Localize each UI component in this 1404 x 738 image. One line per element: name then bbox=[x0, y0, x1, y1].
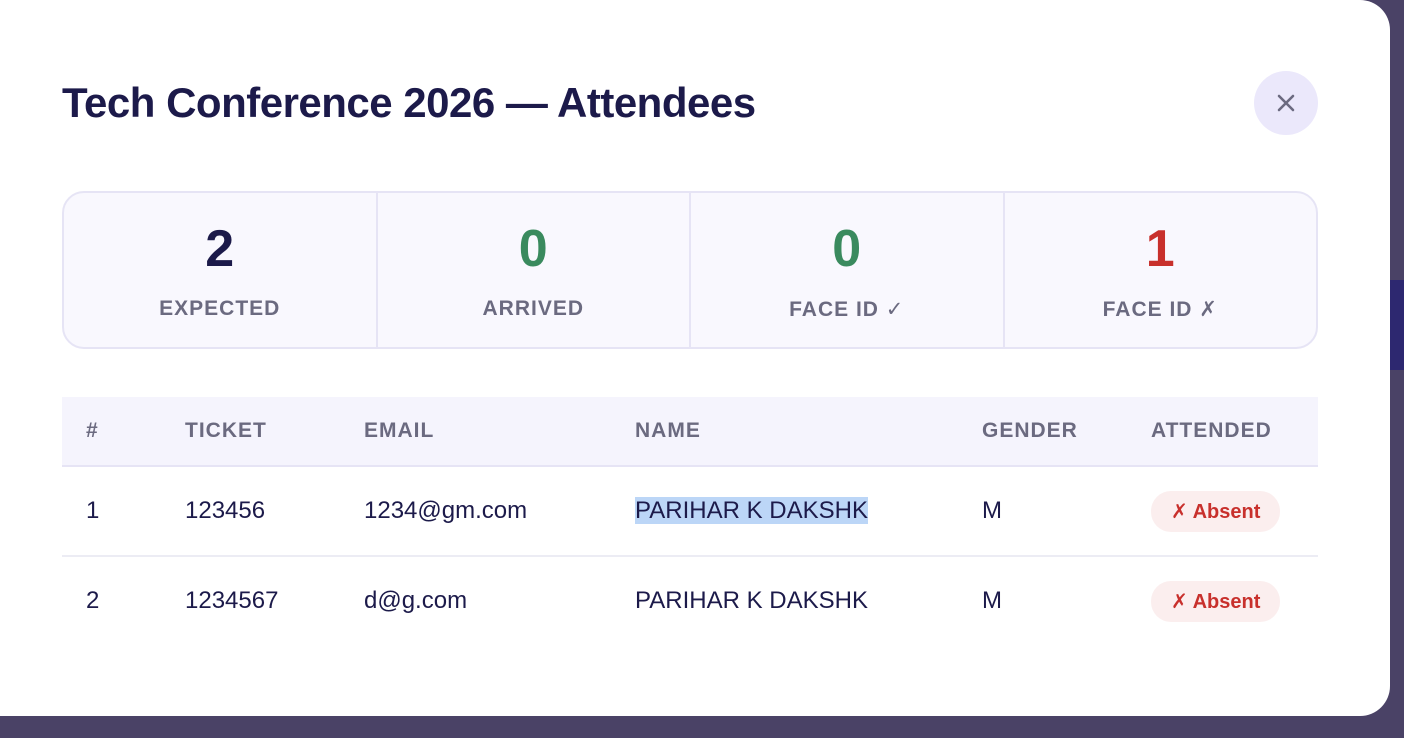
table-header-row: # TICKET EMAIL NAME GENDER ATTENDED bbox=[62, 397, 1318, 467]
cell-num: 2 bbox=[86, 587, 100, 614]
table-row[interactable]: 1 123456 1234@gm.com PARIHAR K DAKSHK M … bbox=[62, 466, 1318, 557]
cell-gender: M bbox=[982, 466, 1151, 557]
cell-email: 1234@gm.com bbox=[364, 466, 635, 557]
close-icon bbox=[1277, 94, 1295, 112]
stat-face-id-verified: 0 FACE ID ✓ bbox=[691, 193, 1005, 347]
stat-value: 1 bbox=[1145, 219, 1175, 278]
stat-face-id-failed: 1 FACE ID ✗ bbox=[1005, 193, 1317, 347]
cell-num: 1 bbox=[62, 466, 185, 557]
stat-value: 0 bbox=[832, 219, 862, 278]
modal-title: Tech Conference 2026 — Attendees bbox=[62, 79, 756, 126]
cell-name: PARIHAR K DAKSHK bbox=[635, 466, 982, 557]
cell-attended: ✗ Absent bbox=[1151, 466, 1318, 557]
stat-label: FACE ID ✓ bbox=[789, 297, 905, 321]
table-row[interactable]: 2 1234567 d@g.com PARIHAR K DAKSHK M ✗ A… bbox=[62, 556, 1318, 645]
attendees-modal: Tech Conference 2026 — Attendees 2 EXPEC… bbox=[0, 0, 1390, 716]
stats-panel: 2 EXPECTED 0 ARRIVED 0 FACE ID ✓ 1 FACE … bbox=[62, 191, 1318, 349]
cell-gender: M bbox=[982, 587, 1002, 614]
header-num[interactable]: # bbox=[62, 397, 185, 467]
close-button[interactable] bbox=[1254, 71, 1318, 135]
cell-ticket: 123456 bbox=[185, 466, 364, 557]
stat-label: EXPECTED bbox=[159, 297, 281, 320]
cell-name: PARIHAR K DAKSHK bbox=[635, 587, 868, 614]
stat-arrived: 0 ARRIVED bbox=[378, 193, 691, 347]
cell-email: d@g.com bbox=[364, 587, 468, 614]
header-gender[interactable]: GENDER bbox=[982, 397, 1151, 467]
header-name[interactable]: NAME bbox=[635, 397, 982, 467]
selected-name-text: PARIHAR K DAKSHK bbox=[635, 497, 868, 524]
cell-attended: ✗ Absent bbox=[1151, 556, 1318, 645]
header-attended[interactable]: ATTENDED bbox=[1151, 397, 1318, 467]
stat-value: 2 bbox=[205, 220, 235, 278]
status-badge: ✗ Absent bbox=[1151, 580, 1281, 622]
header-ticket[interactable]: TICKET bbox=[185, 397, 364, 467]
attendees-table: # TICKET EMAIL NAME GENDER ATTENDED 1 12… bbox=[62, 397, 1318, 645]
stat-expected: 2 EXPECTED bbox=[64, 193, 378, 347]
status-badge: ✗ Absent bbox=[1151, 490, 1281, 532]
stat-label: FACE ID ✗ bbox=[1102, 297, 1218, 321]
stat-value: 0 bbox=[518, 220, 548, 278]
cell-ticket: 1234567 bbox=[185, 587, 279, 614]
stat-label: ARRIVED bbox=[482, 297, 584, 320]
header-email[interactable]: EMAIL bbox=[364, 397, 635, 467]
